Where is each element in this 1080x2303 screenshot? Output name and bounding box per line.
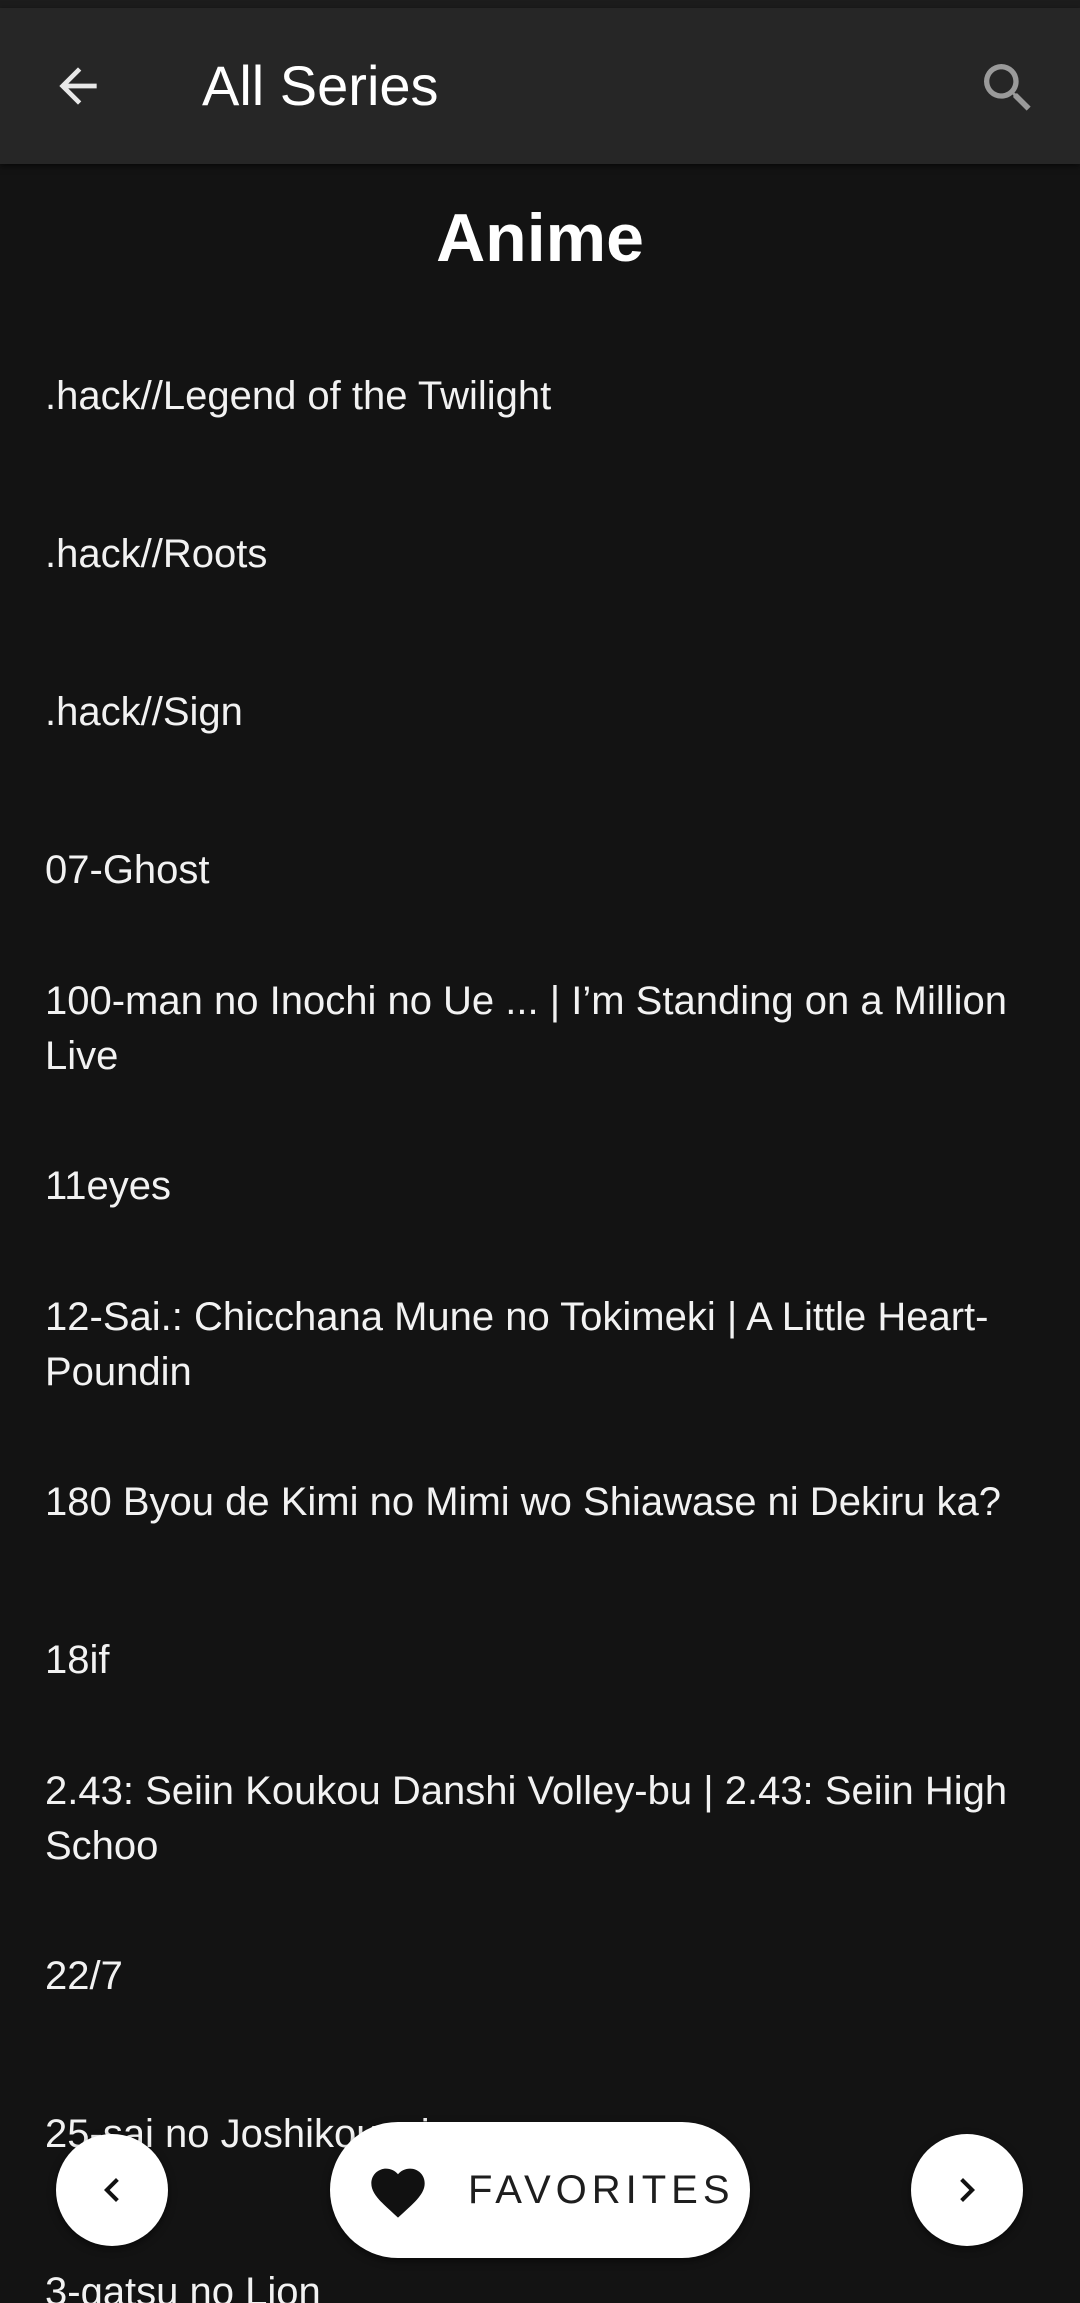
favorites-button[interactable]: FAVORITES	[330, 2122, 750, 2258]
series-list-item[interactable]: .hack//Roots	[45, 527, 1045, 582]
series-list-item[interactable]: 07-Ghost	[45, 843, 1045, 898]
series-list-item[interactable]: 180 Byou de Kimi no Mimi wo Shiawase ni …	[45, 1475, 1045, 1530]
next-button[interactable]	[911, 2134, 1023, 2246]
series-list-item[interactable]: 100-man no Inochi no Ue ... | I’m Standi…	[45, 974, 1045, 1084]
series-list: .hack//Legend of the Twilight .hack//Roo…	[0, 0, 1080, 2303]
chevron-right-icon	[960, 2178, 975, 2202]
favorites-label: FAVORITES	[468, 2168, 735, 2212]
series-list-item[interactable]: .hack//Legend of the Twilight	[45, 369, 1045, 424]
heart-icon	[371, 2168, 425, 2218]
previous-button[interactable]	[56, 2134, 168, 2246]
series-list-item[interactable]: 2.43: Seiin Koukou Danshi Volley-bu | 2.…	[45, 1764, 1045, 1874]
series-list-item[interactable]: 22/7	[45, 1949, 1045, 2004]
series-list-item[interactable]: 3-gatsu no Lion	[45, 2265, 1045, 2303]
series-list-item[interactable]: 18if	[45, 1633, 1045, 1688]
series-list-item[interactable]: 12-Sai.: Chicchana Mune no Tokimeki | A …	[45, 1290, 1045, 1400]
chevron-left-icon	[104, 2178, 119, 2202]
series-list-item[interactable]: .hack//Sign	[45, 685, 1045, 740]
all-series-screen: All Series Anime .hack//Legend of the Tw…	[0, 0, 1080, 2303]
series-list-item[interactable]: 11eyes	[45, 1159, 1045, 1214]
